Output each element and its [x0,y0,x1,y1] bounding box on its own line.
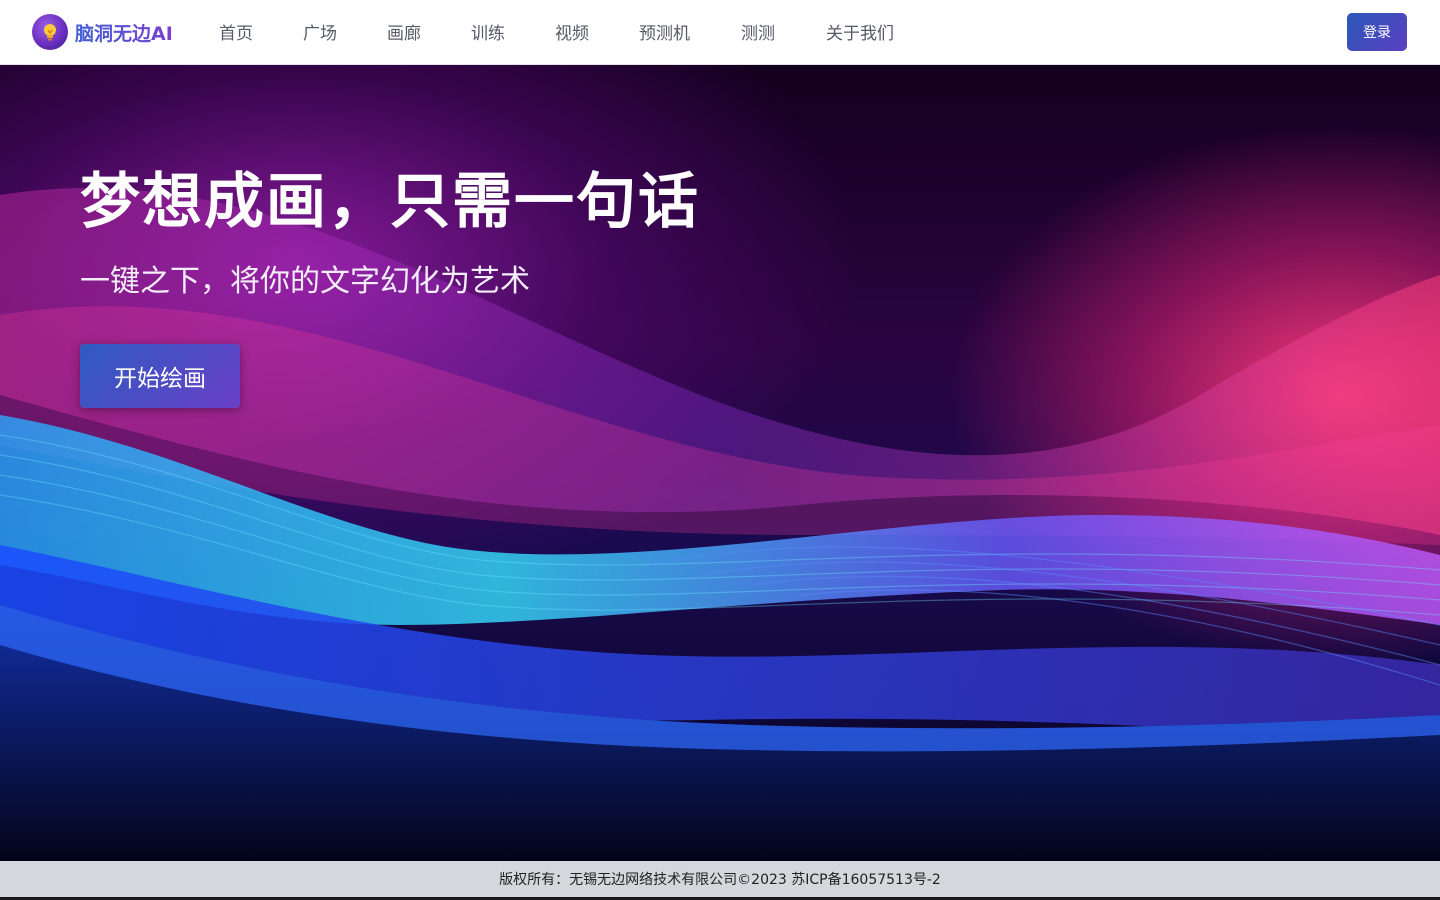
brand-name: 脑洞无边AI [75,19,173,46]
nav-item-home[interactable]: 首页 [219,19,253,44]
login-button[interactable]: 登录 [1347,13,1407,51]
nav-item-video[interactable]: 视频 [555,19,589,44]
page-footer: 版权所有：无锡无边网络技术有限公司©2023 苏ICP备16057513号-2 [0,861,1440,897]
nav-item-test[interactable]: 测测 [741,19,775,44]
lightbulb-icon [32,14,68,50]
nav-item-training[interactable]: 训练 [471,19,505,44]
hero-title: 梦想成画，只需一句话 [80,167,700,237]
nav-item-square[interactable]: 广场 [303,19,337,44]
brand-logo[interactable]: 脑洞无边AI [32,14,173,50]
nav-item-about[interactable]: 关于我们 [826,19,894,44]
hero-banner: 梦想成画，只需一句话 一键之下，将你的文字幻化为艺术 开始绘画 [0,65,1440,861]
hero-subtitle: 一键之下，将你的文字幻化为艺术 [80,264,530,299]
start-drawing-button[interactable]: 开始绘画 [80,344,240,408]
nav-item-gallery[interactable]: 画廊 [387,19,421,44]
nav-item-predictor[interactable]: 预测机 [639,19,690,44]
top-navbar: 脑洞无边AI 首页 广场 画廊 训练 视频 预测机 测测 关于我们 登录 [0,0,1440,65]
copyright-text: 版权所有：无锡无边网络技术有限公司©2023 苏ICP备16057513号-2 [499,872,941,888]
